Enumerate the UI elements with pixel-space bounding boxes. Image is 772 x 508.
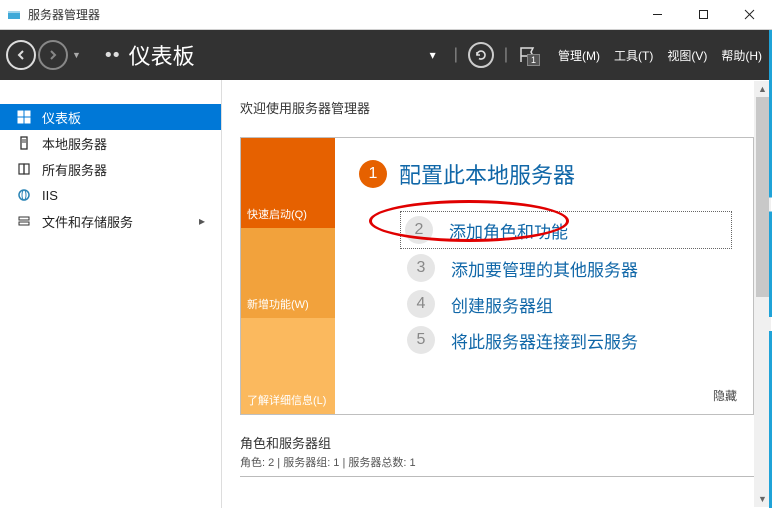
roles-title: 角色和服务器组 (240, 433, 754, 452)
tab-learnmore[interactable]: 了解详细信息(L) (241, 318, 335, 414)
sidebar-item-label: 文件和存储服务 (42, 212, 133, 231)
window-controls (634, 0, 772, 29)
separator: | (454, 46, 458, 64)
nav-arrows: ▼ (6, 40, 89, 70)
menu-manage[interactable]: 管理(M) (558, 47, 600, 64)
notifications-button[interactable]: 1 (518, 46, 536, 64)
titlebar: 服务器管理器 (0, 0, 772, 30)
app-icon (6, 7, 22, 23)
refresh-button[interactable] (468, 42, 494, 68)
storage-icon (16, 214, 32, 228)
step-cloud-connect[interactable]: 5 将此服务器连接到云服务 (407, 326, 729, 354)
toolbar: ▼ •• 仪表板 ▾ | | 1 管理(M) 工具(T) 视图(V) 帮助(H) (0, 30, 772, 80)
separator: | (504, 46, 508, 64)
sidebar-item-label: IIS (42, 188, 58, 203)
separator (240, 476, 754, 477)
servers-icon (16, 162, 32, 176)
sidebar-item-dashboard[interactable]: 仪表板 (0, 104, 221, 130)
welcome-label: 欢迎使用服务器管理器 (240, 98, 754, 117)
page-title: 仪表板 (129, 39, 428, 71)
content-area: 欢迎使用服务器管理器 快速启动(Q) 新增功能(W) 了解详细信息(L) 1 配… (222, 80, 772, 508)
hide-link[interactable]: 隐藏 (713, 387, 737, 404)
step-number: 3 (407, 254, 435, 282)
welcome-right: 1 配置此本地服务器 2 添加角色和功能 3 添加要管理的其他服务器 4 创建服… (335, 138, 753, 414)
page-dropdown-icon[interactable]: ▾ (430, 48, 436, 62)
sidebar-item-local-server[interactable]: 本地服务器 (0, 130, 221, 156)
menu-bar: 管理(M) 工具(T) 视图(V) 帮助(H) (558, 47, 762, 64)
step-number: 5 (407, 326, 435, 354)
heading-text: 配置此本地服务器 (399, 158, 575, 190)
roles-subtitle: 角色: 2 | 服务器组: 1 | 服务器总数: 1 (240, 454, 754, 470)
scrollbar-thumb[interactable] (756, 97, 769, 297)
tab-quickstart[interactable]: 快速启动(Q) (241, 138, 335, 228)
notification-badge: 1 (527, 54, 540, 66)
configure-heading[interactable]: 1 配置此本地服务器 (359, 158, 729, 190)
close-button[interactable] (726, 0, 772, 29)
minimize-button[interactable] (634, 0, 680, 29)
step-text: 添加角色和功能 (449, 218, 568, 243)
sidebar: 仪表板 本地服务器 所有服务器 IIS 文件和存储服务 ▸ (0, 80, 222, 508)
step-number-1: 1 (359, 160, 387, 188)
tab-whatsnew[interactable]: 新增功能(W) (241, 228, 335, 318)
sidebar-item-label: 本地服务器 (42, 134, 107, 153)
back-button[interactable] (6, 40, 36, 70)
forward-button[interactable] (38, 40, 68, 70)
sidebar-item-label: 所有服务器 (42, 160, 107, 179)
sidebar-item-iis[interactable]: IIS (0, 182, 221, 208)
sidebar-item-all-servers[interactable]: 所有服务器 (0, 156, 221, 182)
step-text: 添加要管理的其他服务器 (451, 256, 638, 281)
server-icon (16, 136, 32, 150)
welcome-panel: 快速启动(Q) 新增功能(W) 了解详细信息(L) 1 配置此本地服务器 2 添… (240, 137, 754, 415)
menu-tools[interactable]: 工具(T) (614, 47, 653, 64)
sidebar-item-files-storage[interactable]: 文件和存储服务 ▸ (0, 208, 221, 234)
menu-help[interactable]: 帮助(H) (721, 47, 762, 64)
step-text: 创建服务器组 (451, 292, 553, 317)
breadcrumb-sep-icon: •• (103, 45, 119, 66)
step-number: 2 (405, 216, 433, 244)
menu-view[interactable]: 视图(V) (667, 47, 707, 64)
roles-section: 角色和服务器组 角色: 2 | 服务器组: 1 | 服务器总数: 1 (240, 433, 754, 477)
step-number: 4 (407, 290, 435, 318)
window-title: 服务器管理器 (28, 6, 634, 23)
maximize-button[interactable] (680, 0, 726, 29)
step-add-servers[interactable]: 3 添加要管理的其他服务器 (407, 254, 729, 282)
sidebar-item-label: 仪表板 (42, 108, 81, 127)
iis-icon (16, 188, 32, 202)
chevron-right-icon: ▸ (199, 214, 205, 228)
step-text: 将此服务器连接到云服务 (451, 328, 638, 353)
dashboard-icon (16, 110, 32, 124)
welcome-left-tabs: 快速启动(Q) 新增功能(W) 了解详细信息(L) (241, 138, 335, 414)
step-add-roles[interactable]: 2 添加角色和功能 (403, 214, 729, 246)
history-dropdown-icon[interactable]: ▼ (72, 50, 81, 60)
step-create-group[interactable]: 4 创建服务器组 (407, 290, 729, 318)
